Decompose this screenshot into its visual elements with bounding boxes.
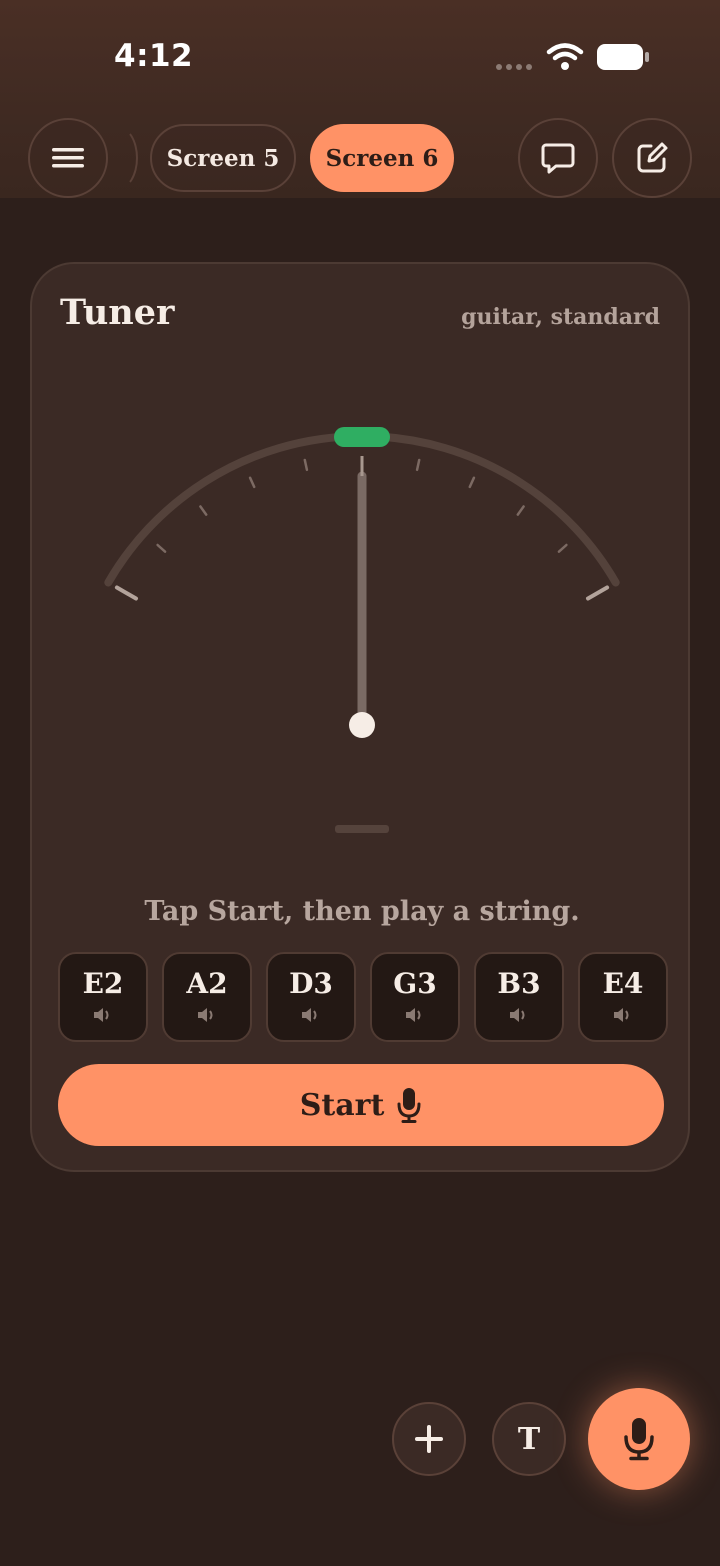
gauge-tick (415, 458, 421, 472)
microphone-icon (624, 1418, 654, 1461)
string-note: E2 (82, 967, 124, 1000)
string-note: D3 (289, 967, 333, 1000)
cellular-signal-icon (496, 64, 532, 70)
tuner-hint: Tap Start, then play a string. (144, 896, 580, 927)
in-tune-indicator (334, 427, 390, 447)
compose-icon (637, 142, 668, 173)
chat-button[interactable] (518, 118, 598, 198)
text-mode-label: T (517, 1421, 541, 1457)
tab-label: Screen 6 (325, 144, 439, 172)
string-button-e2[interactable]: E2 (58, 952, 148, 1042)
gauge-tick (516, 505, 525, 516)
top-bar: 4:12 Screen 5 Screen 6 (0, 0, 720, 198)
gauge-tick (248, 476, 256, 489)
string-selector: E2 A2 D3 G3 B3 E4 (58, 952, 668, 1042)
string-note: G3 (393, 967, 437, 1000)
wifi-icon (546, 43, 584, 70)
menu-button[interactable] (28, 118, 108, 198)
tab-label: Screen 5 (166, 144, 280, 172)
gauge-tick (199, 505, 208, 516)
needle-pivot (349, 712, 375, 738)
string-note: B3 (497, 967, 541, 1000)
add-button[interactable] (392, 1402, 466, 1476)
microphone-icon (397, 1088, 421, 1123)
string-button-g3[interactable]: G3 (370, 952, 460, 1042)
status-time: 4:12 (114, 38, 194, 74)
gauge-tick (114, 585, 138, 601)
speaker-icon (94, 1008, 109, 1022)
note-placeholder (335, 825, 389, 833)
gauge-tick (156, 543, 167, 553)
plus-icon (415, 1425, 443, 1453)
text-mode-button[interactable]: T (492, 1402, 566, 1476)
speaker-icon (198, 1008, 213, 1022)
battery-icon (597, 44, 649, 70)
string-button-d3[interactable]: D3 (266, 952, 356, 1042)
string-button-b3[interactable]: B3 (474, 952, 564, 1042)
start-label: Start (299, 1087, 385, 1123)
speaker-icon (614, 1008, 629, 1022)
string-button-e4[interactable]: E4 (578, 952, 668, 1042)
gauge-tick (557, 543, 568, 553)
gauge-tick (303, 458, 309, 472)
previous-tabs-edge[interactable] (98, 126, 138, 190)
string-button-a2[interactable]: A2 (162, 952, 252, 1042)
edit-button[interactable] (612, 118, 692, 198)
tab-screen-6[interactable]: Screen 6 (310, 124, 454, 192)
hamburger-icon (52, 148, 84, 168)
chat-bubble-icon (541, 143, 575, 174)
string-note: E4 (602, 967, 644, 1000)
speaker-icon (302, 1008, 317, 1022)
gauge-tick (468, 476, 476, 489)
start-button[interactable]: Start (58, 1064, 664, 1146)
speaker-icon (406, 1008, 421, 1022)
tab-screen-5[interactable]: Screen 5 (150, 124, 296, 192)
speaker-icon (510, 1008, 525, 1022)
tuning-gauge (104, 427, 620, 833)
tuner-card: Tuner guitar, standard Tap Start, then p… (30, 262, 690, 1172)
string-note: A2 (186, 967, 228, 1000)
voice-button[interactable] (588, 1388, 690, 1490)
gauge-tick (586, 585, 610, 601)
